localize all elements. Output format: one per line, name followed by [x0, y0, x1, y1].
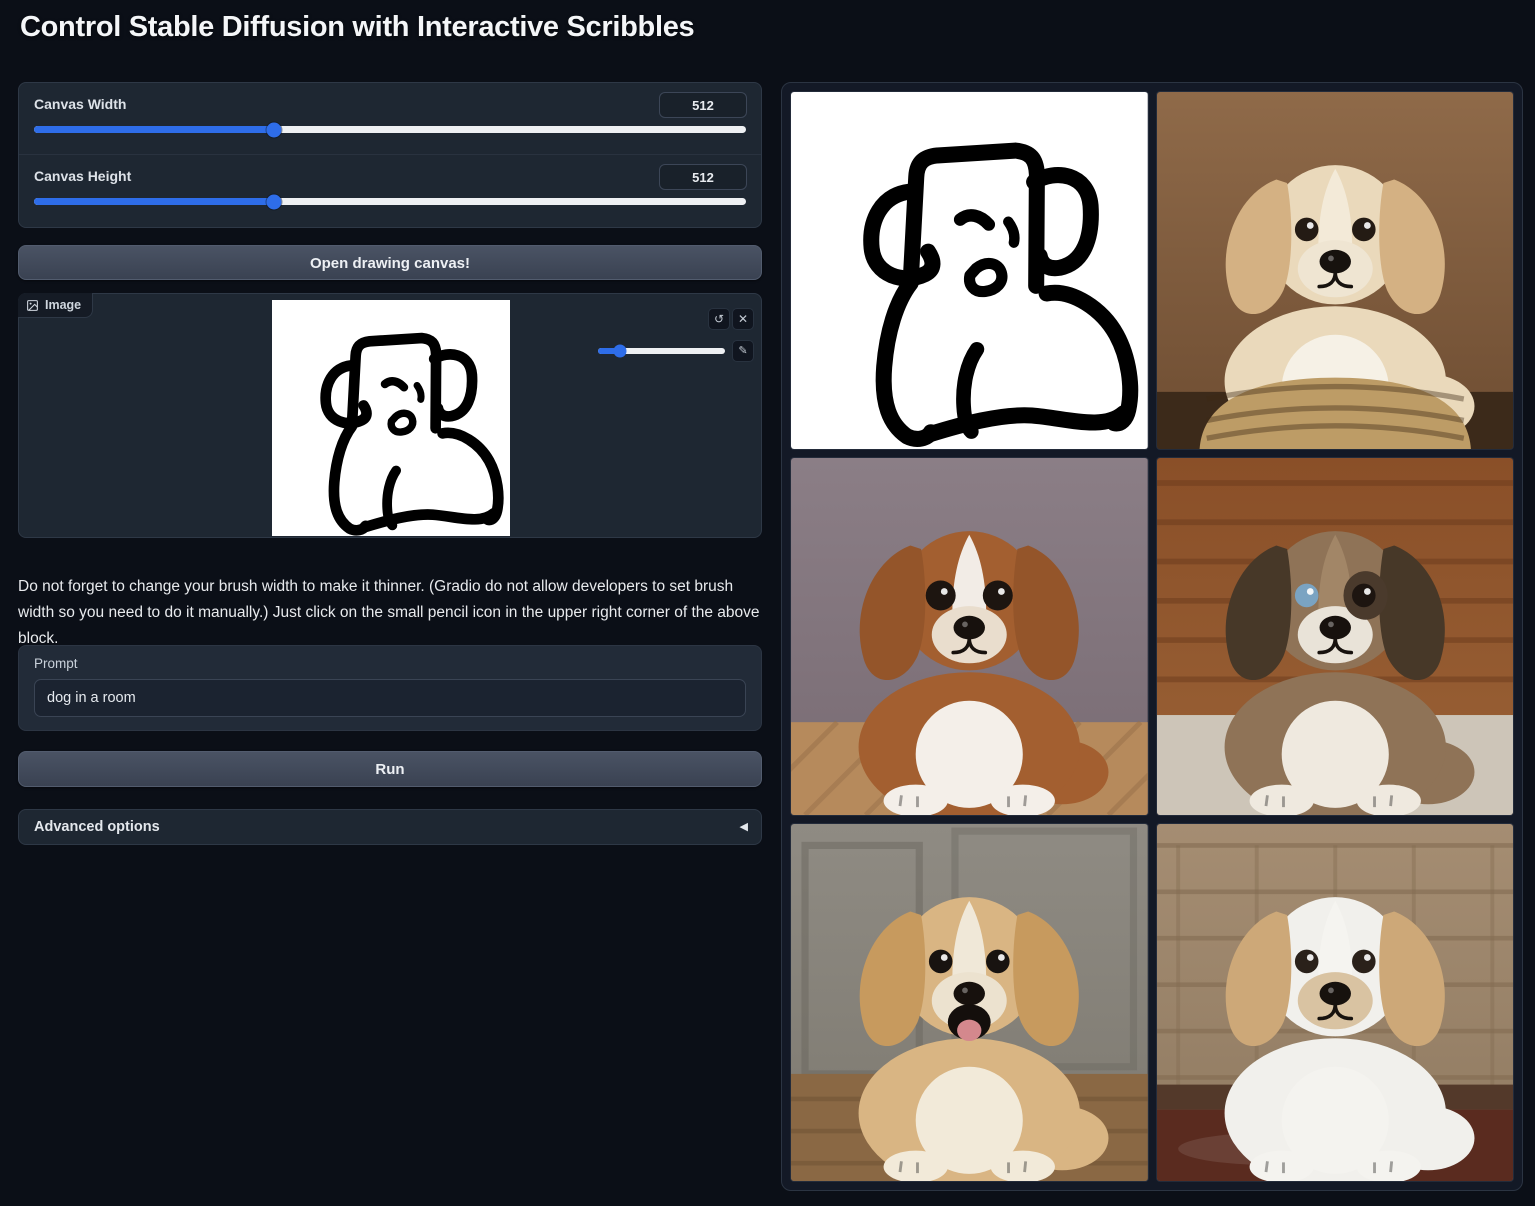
canvas-width-label: Canvas Width [34, 96, 126, 112]
slider-fill [34, 126, 274, 133]
canvas-height-slider[interactable] [34, 198, 746, 205]
image-icon [26, 299, 39, 312]
slider-fill [34, 198, 274, 205]
sketch-canvas[interactable] [272, 300, 510, 536]
run-button[interactable]: Run [18, 751, 762, 787]
slider-handle[interactable] [266, 122, 281, 137]
gallery-item-generated-dog[interactable] [1156, 457, 1515, 816]
prompt-panel: Prompt [18, 645, 762, 731]
clear-button[interactable]: ✕ [733, 309, 753, 329]
gallery-item-generated-dog[interactable] [790, 457, 1149, 816]
prompt-input[interactable] [34, 679, 746, 717]
output-gallery [781, 82, 1523, 1191]
gallery-item-scribble[interactable] [790, 91, 1149, 450]
canvas-width-value[interactable] [659, 92, 747, 118]
gallery-grid [790, 91, 1514, 1182]
pencil-icon[interactable]: ✎ [733, 341, 753, 361]
slider-handle[interactable] [266, 194, 281, 209]
prompt-label: Prompt [34, 656, 78, 671]
image-sketch-block: Image ↺ ✕ ✎ [18, 293, 762, 538]
image-component-label-text: Image [45, 298, 81, 312]
collapse-arrow-icon: ◀ [740, 810, 748, 844]
open-canvas-button[interactable]: Open drawing canvas! [18, 245, 762, 280]
image-component-label: Image [18, 293, 93, 318]
gallery-item-generated-dog[interactable] [1156, 91, 1515, 450]
advanced-options-accordion[interactable]: Advanced options ◀ [18, 809, 762, 845]
canvas-width-row: Canvas Width [19, 83, 761, 155]
undo-button[interactable]: ↺ [709, 309, 729, 329]
advanced-options-label: Advanced options [34, 810, 160, 844]
slider-handle[interactable] [613, 345, 626, 358]
canvas-height-label: Canvas Height [34, 168, 131, 184]
gallery-item-generated-dog[interactable] [1156, 823, 1515, 1182]
brush-width-note: Do not forget to change your brush width… [18, 574, 762, 652]
canvas-height-value[interactable] [659, 164, 747, 190]
app-root: { "app": { "title": "Control Stable Diff… [0, 0, 1535, 1206]
canvas-size-form: Canvas Width Canvas Height [18, 82, 762, 228]
canvas-width-slider[interactable] [34, 126, 746, 133]
page-title: Control Stable Diffusion with Interactiv… [20, 11, 694, 44]
canvas-height-row: Canvas Height [19, 154, 761, 227]
brush-size-slider[interactable] [598, 348, 725, 354]
gallery-item-generated-dog[interactable] [790, 823, 1149, 1182]
